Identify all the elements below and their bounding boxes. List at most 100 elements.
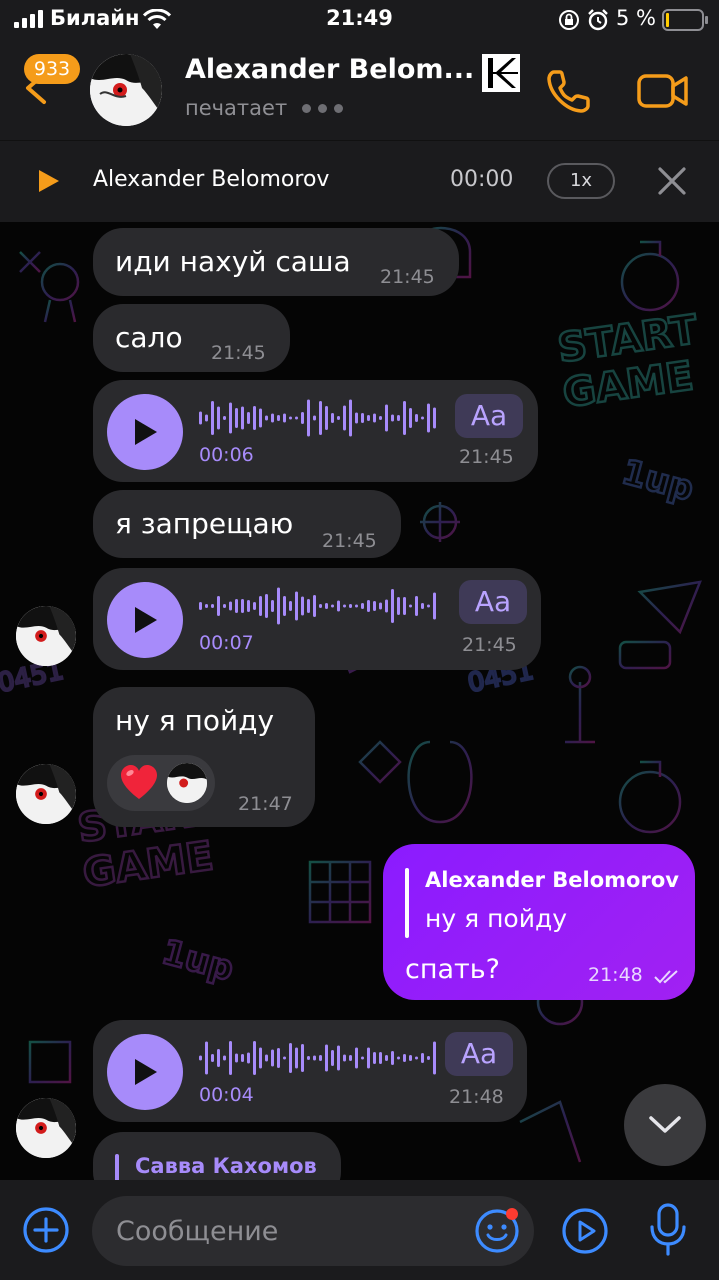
- message-bubble[interactable]: сало 21:45: [93, 304, 290, 372]
- waveform-bar: [421, 416, 424, 420]
- message-text: я запрещаю: [115, 507, 294, 540]
- waveform-bar: [289, 601, 292, 611]
- unread-badge[interactable]: 933: [24, 54, 80, 84]
- waveform-bar: [277, 587, 280, 625]
- message-input[interactable]: [116, 1196, 456, 1266]
- clock: 21:49: [326, 6, 393, 30]
- message-time: 21:45: [211, 342, 266, 364]
- waveform-bar: [241, 599, 244, 613]
- waveform-bar: [433, 407, 436, 429]
- waveform-bar: [373, 1052, 376, 1064]
- waveform-bar: [283, 1056, 286, 1060]
- voice-duration: 00:06: [199, 444, 254, 466]
- sender-avatar[interactable]: [16, 764, 76, 824]
- battery-percent: 5 %: [616, 6, 656, 30]
- waveform-bar: [283, 413, 286, 423]
- waveform-bar: [325, 406, 328, 430]
- voice-play-button[interactable]: [107, 394, 183, 470]
- waveform-bar: [277, 415, 280, 421]
- chevron-down-icon: [649, 1116, 681, 1133]
- status-bar: Билайн 21:49 5 %: [0, 0, 719, 40]
- voice-play-button[interactable]: [107, 582, 183, 658]
- contact-avatar[interactable]: [90, 54, 162, 126]
- play-icon: [135, 419, 157, 445]
- voice-message[interactable]: 00:04 Aa 21:48: [93, 1020, 527, 1122]
- waveform-bar: [331, 413, 334, 423]
- transcribe-button[interactable]: Aa: [455, 394, 523, 438]
- reactions-bar[interactable]: [107, 755, 215, 811]
- waveform: [199, 1041, 436, 1075]
- chat-area[interactable]: START GAME START GAME 1up 1up 0451 0451: [0, 222, 719, 1180]
- waveform-bar: [361, 603, 364, 609]
- waveform-bar: [265, 594, 268, 618]
- waveform-bar: [367, 415, 370, 421]
- sender-avatar[interactable]: [16, 606, 76, 666]
- message-time: 21:45: [462, 634, 517, 656]
- voice-duration: 00:04: [199, 1084, 254, 1106]
- reply-message[interactable]: Савва Кахомов: [93, 1132, 341, 1180]
- verified-logo-icon: [482, 54, 520, 92]
- waveform-bar: [229, 1041, 232, 1075]
- heart-icon[interactable]: [119, 763, 159, 803]
- voice-play-button[interactable]: [107, 1034, 183, 1110]
- call-icon[interactable]: [544, 66, 594, 116]
- waveform-bar: [241, 406, 244, 430]
- waveform-bar: [253, 602, 256, 610]
- typing-status: печатает: [185, 96, 288, 120]
- quoted-sender[interactable]: Alexander Belomorov: [425, 868, 679, 892]
- waveform-bar: [379, 1052, 382, 1064]
- player-time: 00:00: [450, 167, 514, 192]
- waveform-bar: [433, 592, 436, 620]
- waveform-bar: [373, 413, 376, 423]
- message-field[interactable]: [92, 1196, 534, 1266]
- sender-avatar[interactable]: [16, 1098, 76, 1158]
- waveform-bar: [205, 1041, 208, 1075]
- waveform-bar: [367, 1047, 370, 1069]
- waveform-bar: [247, 1052, 250, 1064]
- message-text: спать?: [405, 954, 501, 985]
- waveform-bar: [391, 1051, 394, 1065]
- transcribe-button[interactable]: Aa: [459, 580, 527, 624]
- quoted-sender[interactable]: Савва Кахомов: [135, 1154, 317, 1178]
- message-time: 21:48: [588, 964, 643, 986]
- waveform-bar: [349, 604, 352, 608]
- waveform-bar: [247, 412, 250, 424]
- video-call-icon[interactable]: [636, 66, 690, 116]
- playback-speed-button[interactable]: 1x: [547, 163, 615, 199]
- waveform-bar: [289, 1043, 292, 1073]
- scroll-to-bottom-button[interactable]: [624, 1084, 706, 1166]
- contact-name[interactable]: Alexander Belom...: [185, 54, 475, 85]
- voice-message[interactable]: 00:06 Aa 21:45: [93, 380, 538, 482]
- quoted-text[interactable]: ну я пойду: [425, 904, 567, 933]
- waveform-bar: [427, 403, 430, 433]
- waveform-bar: [301, 412, 304, 424]
- waveform-bar: [355, 1047, 358, 1069]
- waveform-bar: [427, 1056, 430, 1060]
- play-icon[interactable]: [34, 167, 62, 195]
- message-bubble[interactable]: ну я пойду 21:47: [93, 687, 315, 827]
- waveform-bar: [217, 1049, 220, 1067]
- message-text: иди нахуй саша: [115, 245, 351, 278]
- close-icon[interactable]: [654, 163, 690, 199]
- transcribe-button[interactable]: Aa: [445, 1032, 513, 1076]
- voice-duration: 00:07: [199, 632, 254, 654]
- message-bubble[interactable]: я запрещаю 21:45: [93, 490, 401, 558]
- waveform-bar: [403, 1054, 406, 1062]
- message-bubble[interactable]: иди нахуй саша 21:45: [93, 228, 459, 296]
- notification-dot: [506, 1208, 518, 1220]
- video-message-icon[interactable]: [560, 1206, 610, 1256]
- outgoing-message[interactable]: Alexander Belomorov ну я пойду спать? 21…: [383, 844, 695, 1000]
- waveform-bar: [223, 604, 226, 608]
- audio-player-bar[interactable]: Alexander Belomorov 00:00 1x: [0, 140, 719, 222]
- microphone-icon[interactable]: [648, 1202, 688, 1258]
- waveform-bar: [259, 408, 262, 428]
- waveform-bar: [385, 404, 388, 432]
- attach-plus-icon[interactable]: [22, 1206, 70, 1254]
- waveform-bar: [349, 399, 352, 437]
- svg-text:1up: 1up: [158, 932, 238, 989]
- chat-header: 933 Alexander Belom... печатает: [0, 40, 719, 140]
- waveform-bar: [355, 412, 358, 424]
- waveform-bar: [325, 603, 328, 609]
- voice-message[interactable]: 00:07 Aa 21:45: [93, 568, 541, 670]
- waveform-bar: [295, 1047, 298, 1069]
